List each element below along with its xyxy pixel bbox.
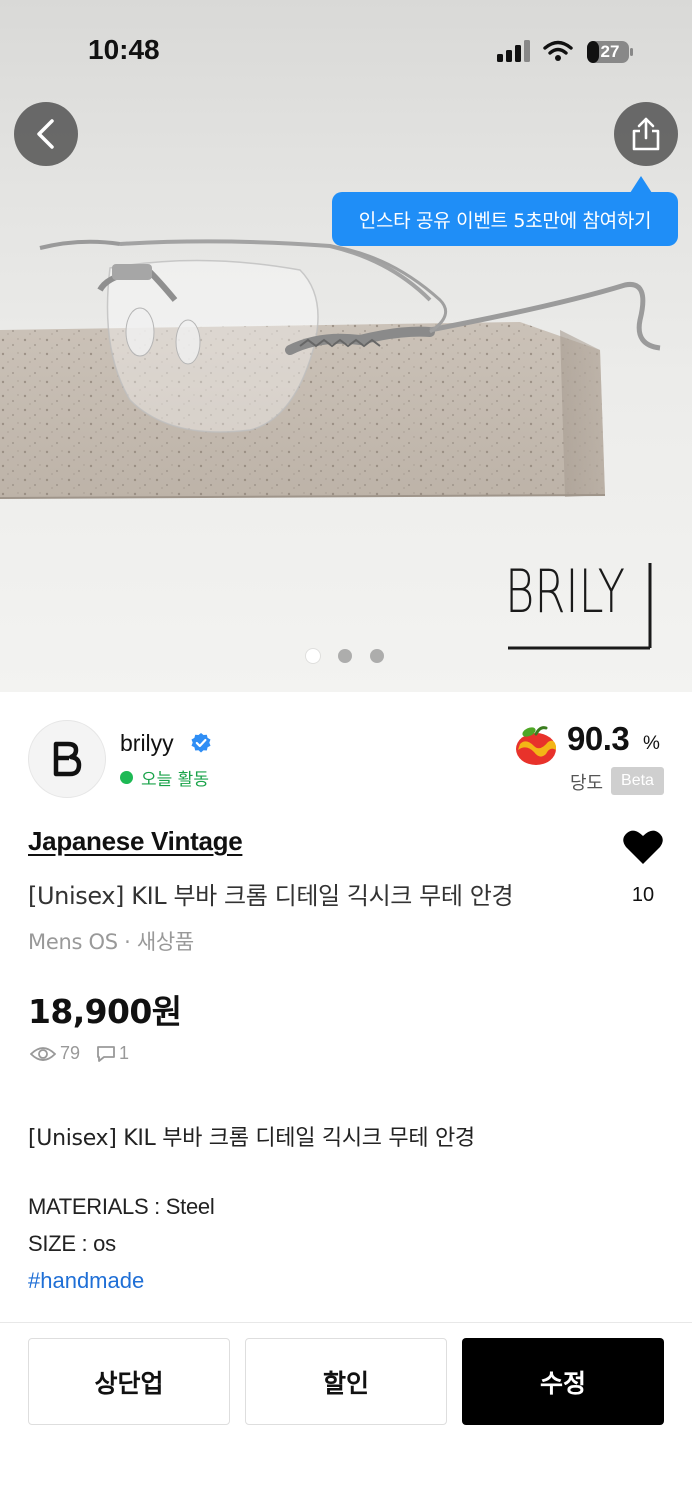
product-stats: 79 1 xyxy=(30,1043,129,1064)
product-brand-link[interactable]: Japanese Vintage xyxy=(28,826,243,857)
seller-name[interactable]: brilyy xyxy=(120,730,174,757)
beta-badge: Beta xyxy=(611,767,664,795)
sweetness-label: 당도 xyxy=(570,773,604,794)
carousel-pagination xyxy=(306,649,384,663)
heart-icon[interactable] xyxy=(622,828,664,866)
cellular-signal-icon xyxy=(497,40,530,62)
activity-text: 오늘 활동 xyxy=(141,770,209,790)
description-line: [Unisex] KIL 부바 크롬 디테일 긱시크 무테 안경 xyxy=(28,1126,475,1151)
bump-button[interactable]: 상단업 xyxy=(28,1338,230,1425)
product-title: [Unisex] KIL 부바 크롬 디테일 긱시크 무테 안경 xyxy=(28,882,514,910)
share-event-tooltip[interactable]: 인스타 공유 이벤트 5초만에 참여하기 xyxy=(332,192,678,246)
status-bar: 10:48 27 xyxy=(0,0,692,100)
verified-badge-icon xyxy=(191,733,211,753)
product-price: 18,900원 xyxy=(28,992,182,1031)
product-photo: BRILY xyxy=(0,239,661,650)
eye-icon xyxy=(30,1046,56,1061)
status-time: 10:48 xyxy=(88,34,160,65)
seller-activity: 오늘 활동 xyxy=(120,765,209,790)
seller-logo-icon xyxy=(53,741,82,777)
share-button[interactable] xyxy=(614,102,678,166)
brand-watermark: BRILY xyxy=(505,557,625,627)
product-image-carousel[interactable]: BRILY 10:48 27 인스타 공유 이벤트 5초만에 참여하기 xyxy=(0,0,692,692)
carousel-dot-2[interactable] xyxy=(338,649,352,663)
view-count: 79 xyxy=(60,1043,81,1063)
product-meta: Mens OS · 새상품 xyxy=(28,930,194,954)
carousel-dot-1[interactable] xyxy=(306,649,320,663)
comment-icon xyxy=(97,1045,115,1062)
wifi-icon xyxy=(543,40,573,61)
sweetness-unit: % xyxy=(643,733,660,754)
description-materials: MATERIALS : Steel xyxy=(28,1194,215,1219)
like-count: 10 xyxy=(631,884,655,906)
hashtag-link[interactable]: #handmade xyxy=(28,1268,144,1294)
carousel-dot-3[interactable] xyxy=(370,649,384,663)
divider xyxy=(0,1322,692,1323)
online-dot-icon xyxy=(120,771,133,784)
back-button[interactable] xyxy=(14,102,78,166)
comment-count: 1 xyxy=(119,1043,130,1063)
battery-level: 27 xyxy=(600,42,620,61)
chevron-left-icon xyxy=(37,119,54,149)
description-size: SIZE : os xyxy=(28,1231,116,1256)
sweetness-value: 90.3 xyxy=(567,720,630,757)
share-icon xyxy=(632,117,660,151)
battery-icon: 27 xyxy=(586,40,634,64)
tooltip-arrow xyxy=(630,176,652,193)
seller-avatar[interactable] xyxy=(28,720,106,798)
discount-button[interactable]: 할인 xyxy=(245,1338,447,1425)
apple-icon xyxy=(516,726,556,765)
edit-button[interactable]: 수정 xyxy=(462,1338,664,1425)
